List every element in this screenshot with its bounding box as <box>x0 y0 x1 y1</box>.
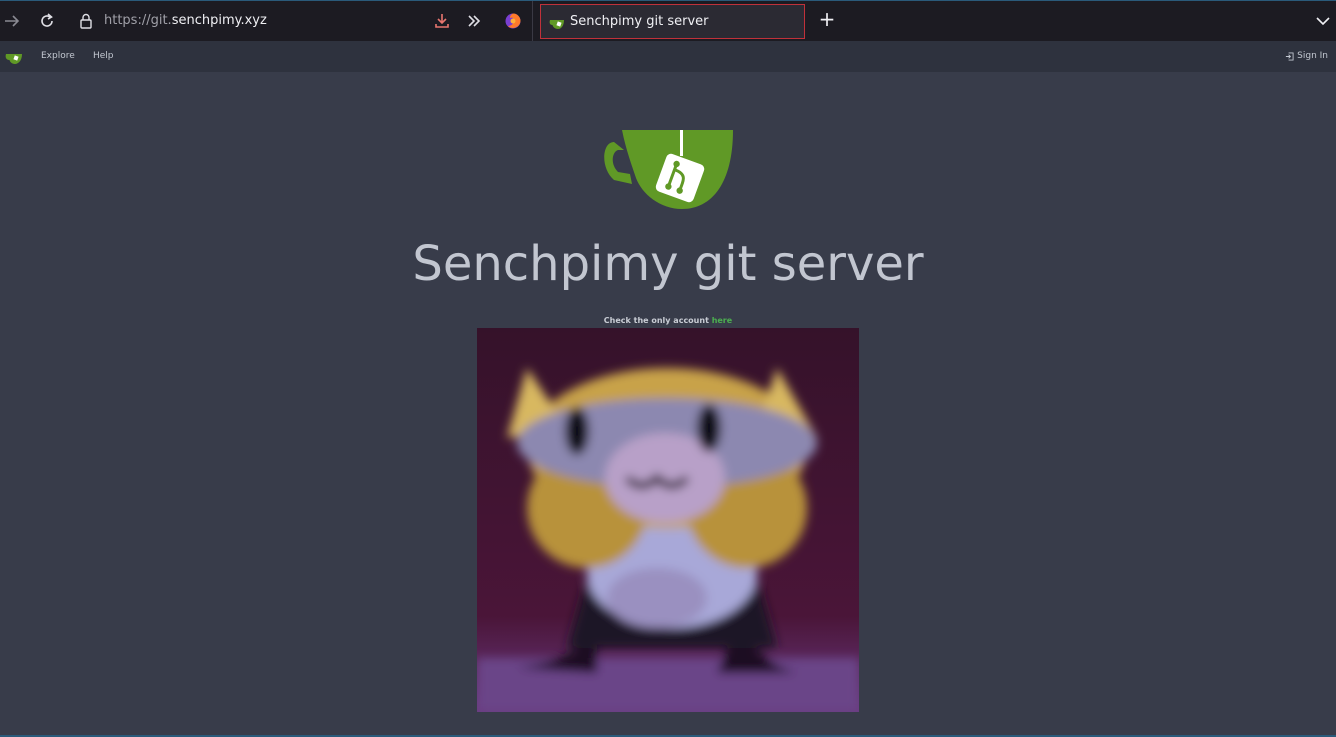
url-host: senchpimy.xyz <box>171 13 267 28</box>
reload-icon[interactable] <box>37 11 57 31</box>
account-hint: Check the only account here <box>0 316 1336 325</box>
nav-help[interactable]: Help <box>93 51 114 61</box>
tab-title: Senchpimy git server <box>570 14 709 29</box>
download-icon[interactable] <box>432 11 452 31</box>
url-prefix: https://git. <box>104 13 172 28</box>
hero-image <box>477 328 859 712</box>
site-header: Explore Help Sign In <box>0 41 1336 72</box>
account-hint-text: Check the only account <box>603 316 712 325</box>
forward-arrow-icon[interactable] <box>2 11 22 31</box>
gitea-tab-icon <box>549 15 565 34</box>
lock-icon[interactable] <box>76 11 96 31</box>
sign-in-link[interactable]: Sign In <box>1285 51 1328 61</box>
gitea-logo-small[interactable] <box>5 50 23 69</box>
tab-senchpimy-git-server[interactable]: Senchpimy git server <box>540 4 805 39</box>
page-title: Senchpimy git server <box>412 236 924 292</box>
sign-in-icon <box>1286 51 1294 61</box>
firefox-icon[interactable] <box>503 11 523 31</box>
nav-explore[interactable]: Explore <box>41 51 75 61</box>
gitea-logo <box>602 128 734 212</box>
sign-in-label: Sign In <box>1297 51 1328 61</box>
browser-toolbar: https://git.senchpimy.xyz Senchpimy git … <box>0 0 1336 42</box>
toolbar-divider <box>532 1 533 42</box>
account-link[interactable]: here <box>712 316 733 325</box>
tab-list-icon[interactable] <box>1313 11 1333 31</box>
url-field[interactable]: https://git.senchpimy.xyz <box>104 13 267 28</box>
overflow-chevrons-icon[interactable] <box>464 11 484 31</box>
new-tab-icon[interactable]: + <box>817 7 837 31</box>
